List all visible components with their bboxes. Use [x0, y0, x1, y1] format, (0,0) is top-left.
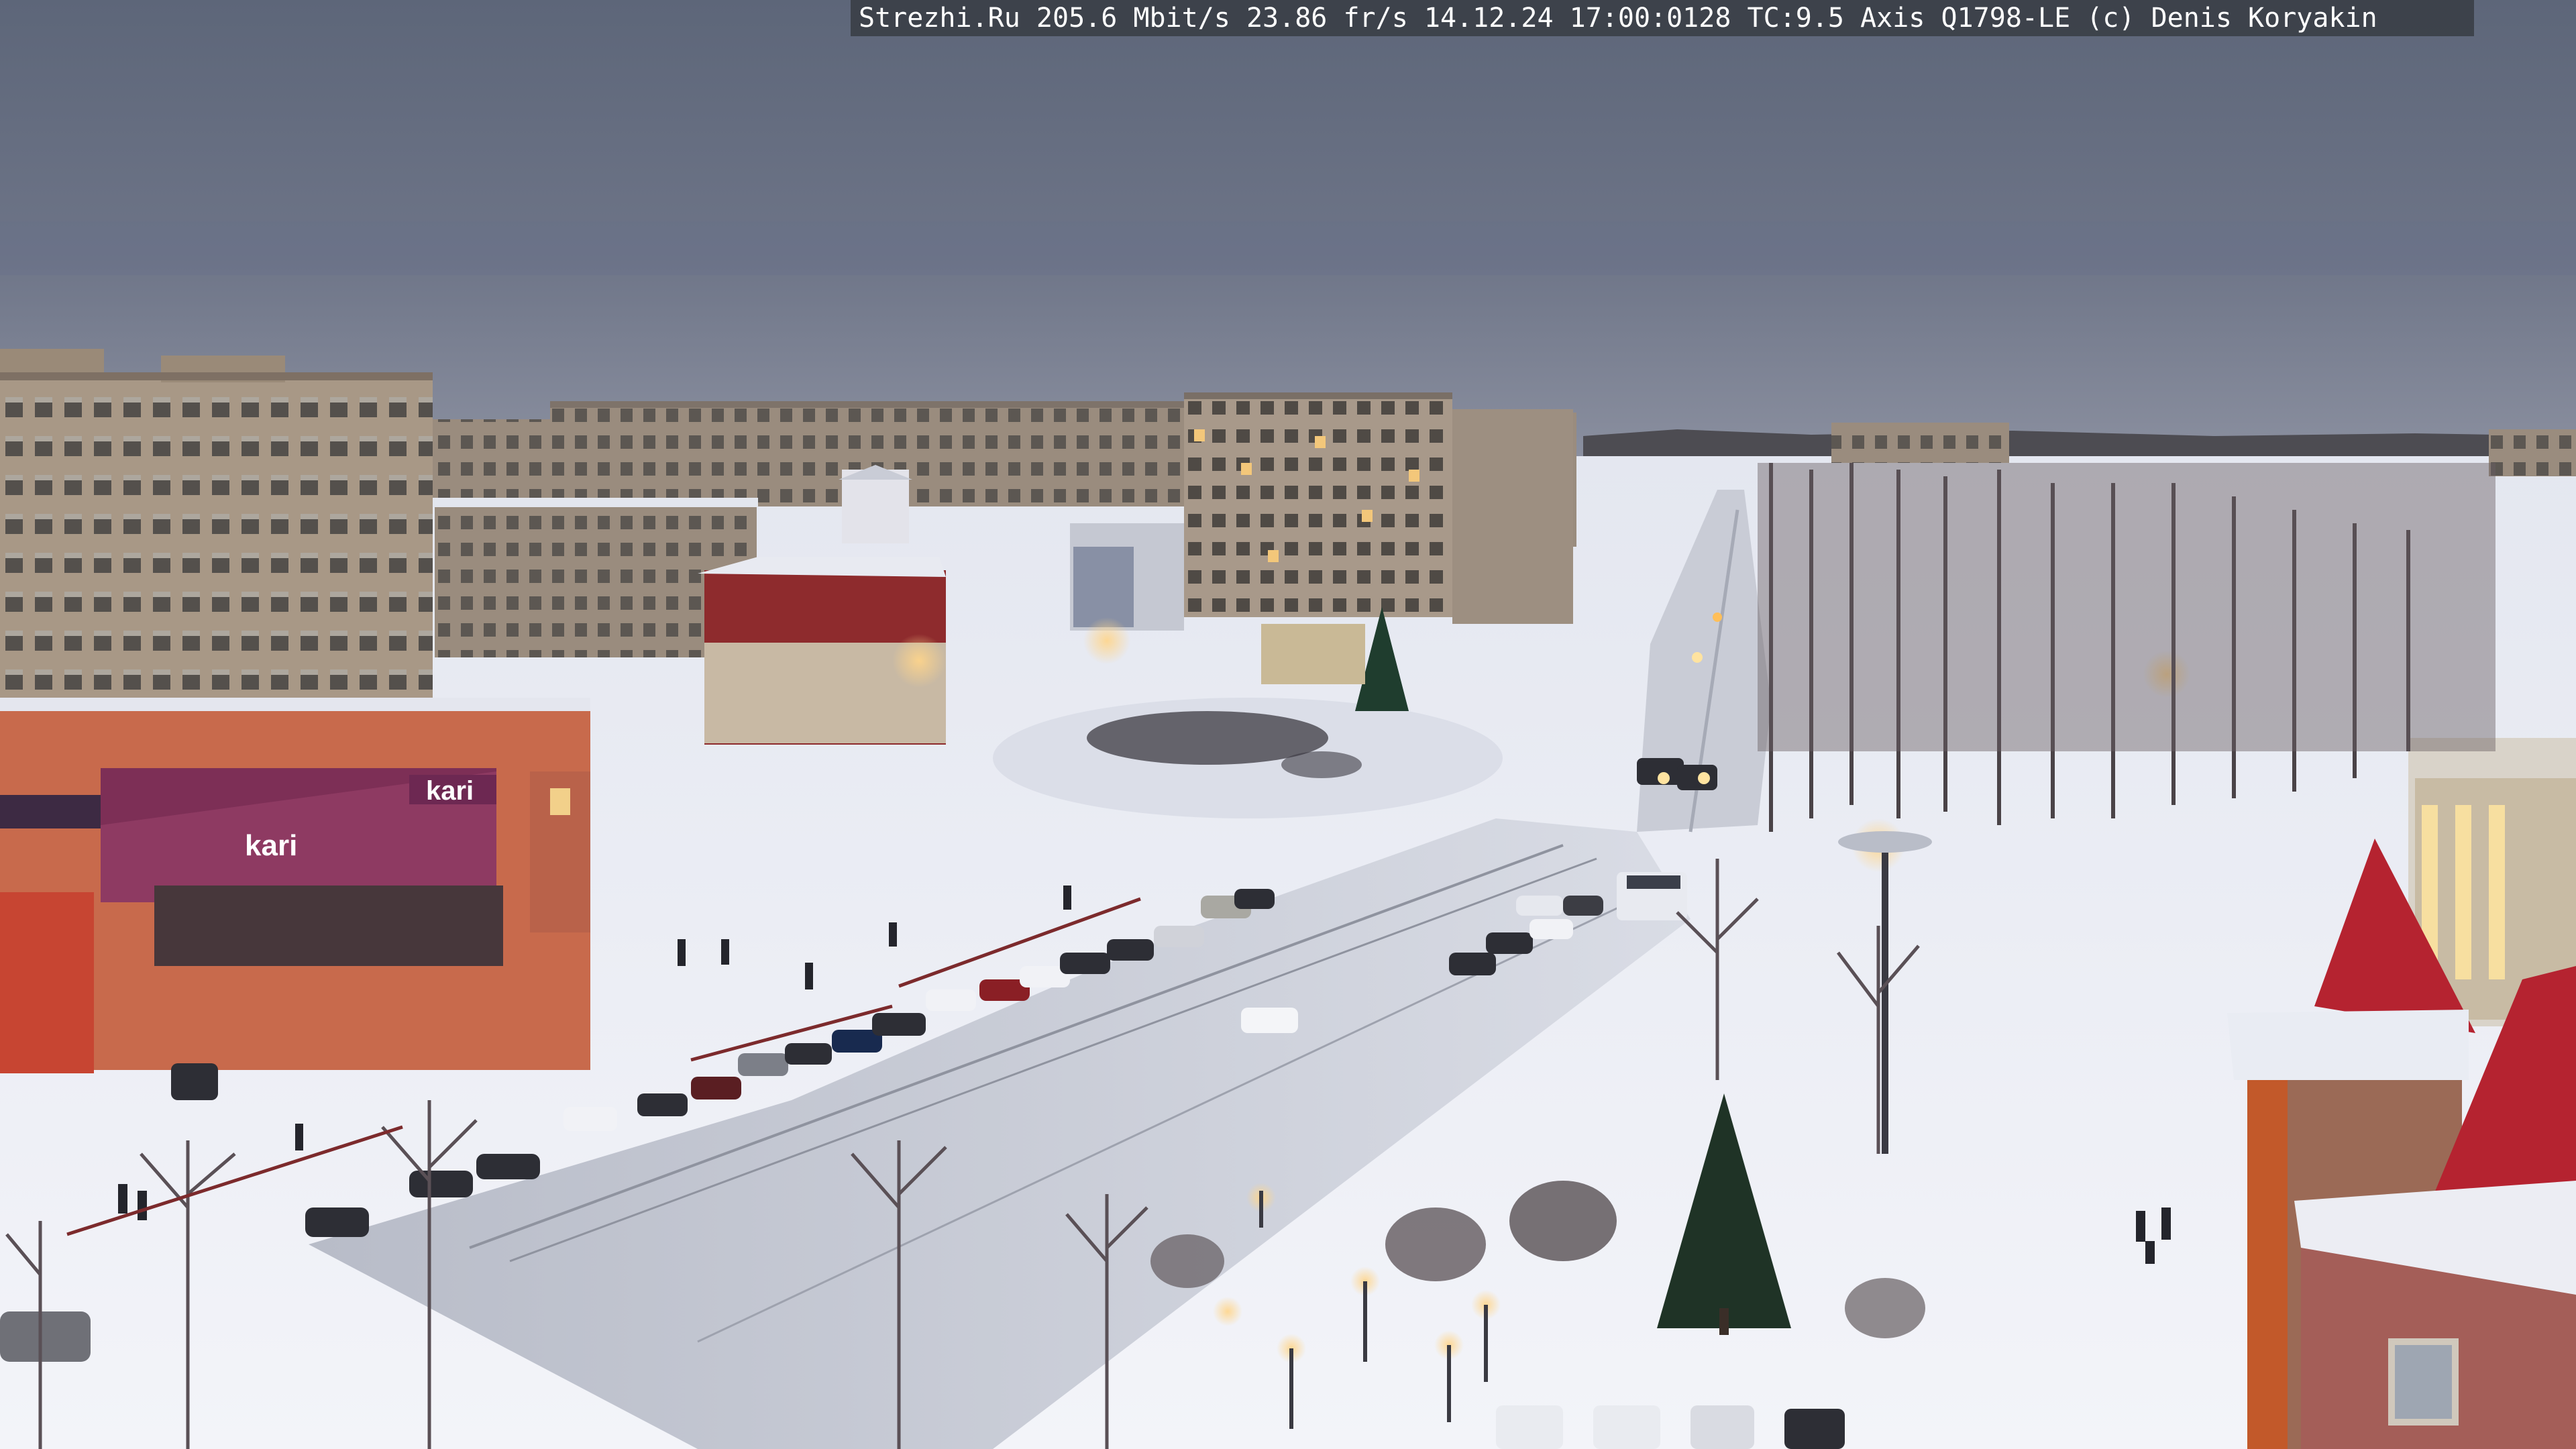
kari-sign-small: kari: [245, 829, 297, 862]
webcam-frame: kari kari Strezhi.Ru 205.6 Mbit/s 23.86 …: [0, 0, 2576, 1449]
central-tall-building: [1184, 392, 1573, 624]
city-scene: kari kari: [0, 0, 2576, 1449]
camera-info-overlay: Strezhi.Ru 205.6 Mbit/s 23.86 fr/s 14.12…: [851, 0, 2474, 36]
kari-shop-building: kari kari: [0, 698, 590, 1073]
kari-sign-large: kari: [426, 776, 474, 806]
forest-canopy: [1758, 463, 2496, 751]
